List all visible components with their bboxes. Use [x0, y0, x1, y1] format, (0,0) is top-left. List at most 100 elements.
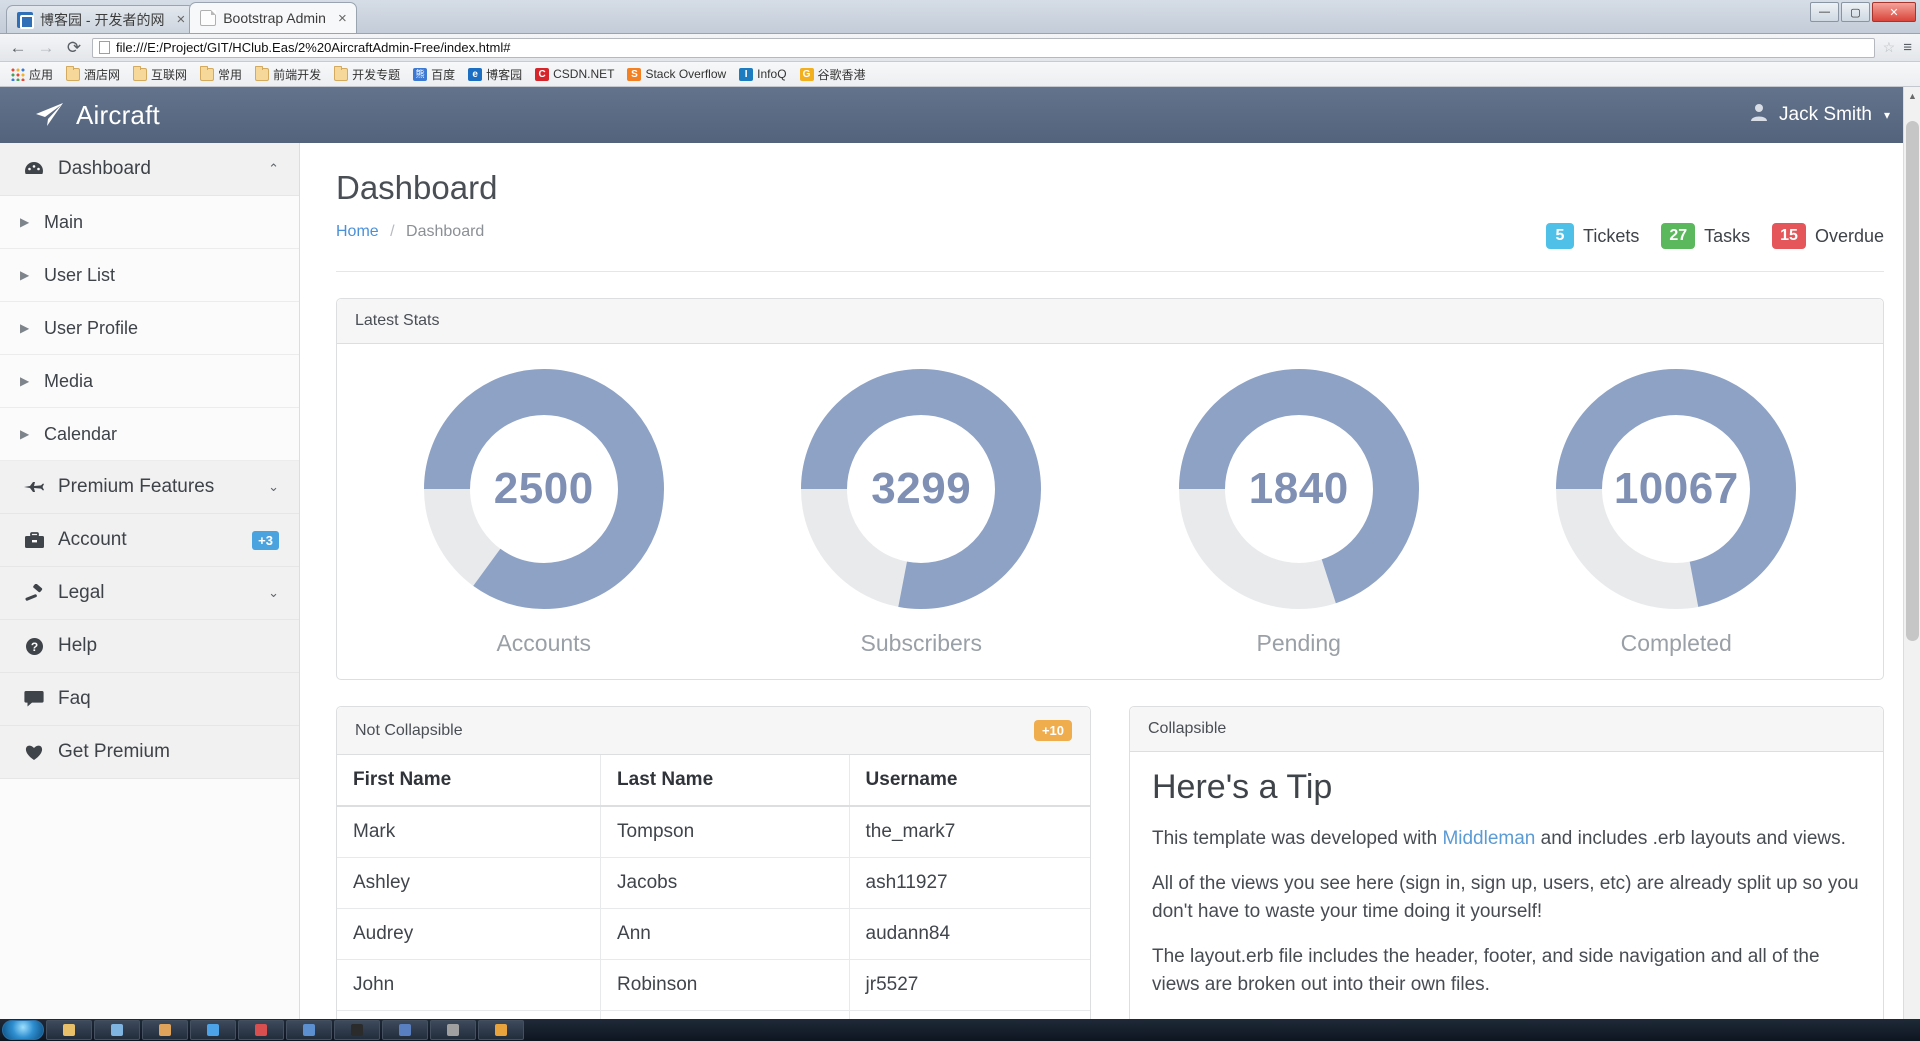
taskbar-item[interactable]	[286, 1020, 332, 1040]
sidebar-item-user-list[interactable]: ▶ User List	[0, 249, 299, 302]
lower-panels: Not Collapsible +10 First Name Last Name…	[336, 680, 1884, 1041]
bookmark-folder-1[interactable]: 酒店网	[61, 64, 125, 85]
page-icon	[200, 10, 217, 26]
sidebar-item-label: Premium Features	[58, 476, 215, 497]
user-menu[interactable]: Jack Smith ▾	[1749, 102, 1890, 128]
sidebar-item-label: Help	[58, 635, 98, 656]
collapsible-panel: Collapsible Here's a Tip This template w…	[1129, 706, 1884, 1041]
csdn-icon	[535, 67, 550, 81]
folder-icon	[66, 66, 81, 81]
svg-text:?: ?	[30, 640, 37, 654]
taskbar-item[interactable]	[94, 1020, 140, 1040]
bookmark-folder-2[interactable]: 互联网	[128, 64, 192, 85]
cell-first-name: Audrey	[337, 908, 602, 960]
breadcrumb-home-link[interactable]: Home	[336, 223, 379, 240]
page-scrollbar[interactable]: ▲ ▼	[1903, 87, 1920, 1041]
browser-menu-icon[interactable]: ≡	[1903, 39, 1912, 56]
bookmark-label: Stack Overflow	[645, 67, 727, 81]
taskbar-item[interactable]	[142, 1020, 188, 1040]
sidebar-item-label: Legal	[58, 582, 105, 603]
tab-title: 博客园 - 开发者的网	[40, 11, 165, 28]
bookmark-cnblogs[interactable]: 博客园	[463, 64, 527, 85]
donut-pending: 1840 Pending	[1110, 352, 1488, 657]
plane-icon	[22, 480, 46, 494]
sidebar-item-media[interactable]: ▶ Media	[0, 355, 299, 408]
stat-badge-overdue[interactable]: 15 Overdue	[1772, 223, 1884, 249]
paper-plane-icon	[34, 102, 64, 128]
sidebar-item-faq[interactable]: Faq	[0, 673, 299, 726]
bookmark-folder-5[interactable]: 开发专题	[329, 64, 405, 85]
browser-tab-0[interactable]: 博客园 - 开发者的网 ×	[6, 5, 196, 33]
reload-icon[interactable]: ⟳	[64, 38, 84, 58]
sidebar-item-user-profile[interactable]: ▶ User Profile	[0, 302, 299, 355]
forward-icon[interactable]: →	[36, 38, 56, 58]
scroll-up-arrow-icon[interactable]: ▲	[1904, 87, 1920, 104]
donut-chart: 3299	[798, 366, 1044, 612]
bookmark-apps[interactable]: 应用	[6, 64, 58, 85]
taskbar-item[interactable]	[190, 1020, 236, 1040]
tab-title: Bootstrap Admin	[223, 10, 326, 26]
donut-chart: 2500	[421, 366, 667, 612]
close-window-button[interactable]: ✕	[1872, 2, 1916, 22]
user-name: Jack Smith	[1779, 104, 1872, 125]
donut-subscribers: 3299 Subscribers	[733, 352, 1111, 657]
panel-header[interactable]: Collapsible	[1130, 707, 1883, 752]
browser-tab-1[interactable]: Bootstrap Admin ×	[189, 2, 357, 33]
bookmark-label: 应用	[29, 67, 54, 82]
page-info-icon	[99, 41, 110, 54]
bookmark-star-icon[interactable]: ☆	[1883, 39, 1896, 56]
tip-column: Collapsible Here's a Tip This template w…	[1129, 680, 1884, 1041]
stat-badge-tasks[interactable]: 27 Tasks	[1661, 223, 1750, 249]
bookmark-label: 前端开发	[273, 67, 322, 82]
sidebar-item-legal[interactable]: Legal ⌄	[0, 567, 299, 620]
sidebar-item-get-premium[interactable]: Get Premium	[0, 726, 299, 779]
donut-chart: 10067	[1553, 366, 1799, 612]
scrollbar-thumb[interactable]	[1906, 121, 1919, 641]
start-button[interactable]	[2, 1020, 44, 1040]
taskbar-item[interactable]	[478, 1020, 524, 1040]
heart-icon	[22, 743, 46, 761]
sidebar-item-premium-features[interactable]: Premium Features ⌄	[0, 461, 299, 514]
gavel-icon	[22, 583, 46, 603]
panel-title: Collapsible	[1148, 720, 1227, 737]
back-icon[interactable]: ←	[8, 38, 28, 58]
bookmark-csdn[interactable]: CSDN.NET	[530, 65, 619, 83]
bookmark-folder-3[interactable]: 常用	[195, 64, 247, 85]
sidebar-item-account[interactable]: Account +3	[0, 514, 299, 567]
brand[interactable]: Aircraft	[34, 100, 160, 131]
taskbar-item[interactable]	[430, 1020, 476, 1040]
baidu-icon	[413, 67, 428, 81]
folder-icon	[133, 66, 148, 81]
taskbar-item[interactable]	[46, 1020, 92, 1040]
sidebar-item-label: Media	[44, 370, 94, 391]
sidebar-item-calendar[interactable]: ▶ Calendar	[0, 408, 299, 461]
maximize-button[interactable]: ▢	[1841, 2, 1870, 22]
bookmark-folder-4[interactable]: 前端开发	[250, 64, 326, 85]
sidebar-item-dashboard[interactable]: Dashboard ⌃	[0, 143, 299, 196]
close-icon[interactable]: ×	[176, 12, 185, 27]
taskbar-item[interactable]	[382, 1020, 428, 1040]
taskbar-item[interactable]	[238, 1020, 284, 1040]
taskbar-item[interactable]	[334, 1020, 380, 1040]
bookmark-google[interactable]: 谷歌香港	[795, 64, 871, 85]
bookmark-stackoverflow[interactable]: Stack Overflow	[622, 65, 731, 83]
column-header-username: Username	[849, 755, 1090, 807]
table-row: Audrey Ann audann84	[337, 908, 1090, 960]
sidebar-item-help[interactable]: ? Help	[0, 620, 299, 673]
bookmark-baidu[interactable]: 百度	[408, 64, 460, 85]
latest-stats-panel: Latest Stats 2500 Accounts 3299 Subscrib…	[336, 298, 1884, 680]
tip-paragraph-2: All of the views you see here (sign in, …	[1152, 872, 1859, 923]
sidebar-item-main[interactable]: ▶ Main	[0, 196, 299, 249]
cell-first-name: Ashley	[337, 857, 602, 909]
close-icon[interactable]: ×	[338, 11, 347, 26]
stat-badge-tickets[interactable]: 5 Tickets	[1546, 223, 1639, 249]
bookmark-infoq[interactable]: InfoQ	[734, 65, 791, 83]
address-bar[interactable]: file:///E:/Project/GIT/HClub.Eas/2%20Air…	[92, 37, 1875, 58]
minimize-button[interactable]: —	[1810, 2, 1839, 22]
bookmark-label: 酒店网	[84, 67, 121, 82]
panel-header: Not Collapsible +10	[337, 707, 1090, 755]
bookmark-label: 百度	[431, 67, 456, 82]
middleman-link[interactable]: Middleman	[1442, 828, 1535, 849]
google-icon	[799, 67, 814, 81]
cell-username: audann84	[849, 908, 1090, 960]
